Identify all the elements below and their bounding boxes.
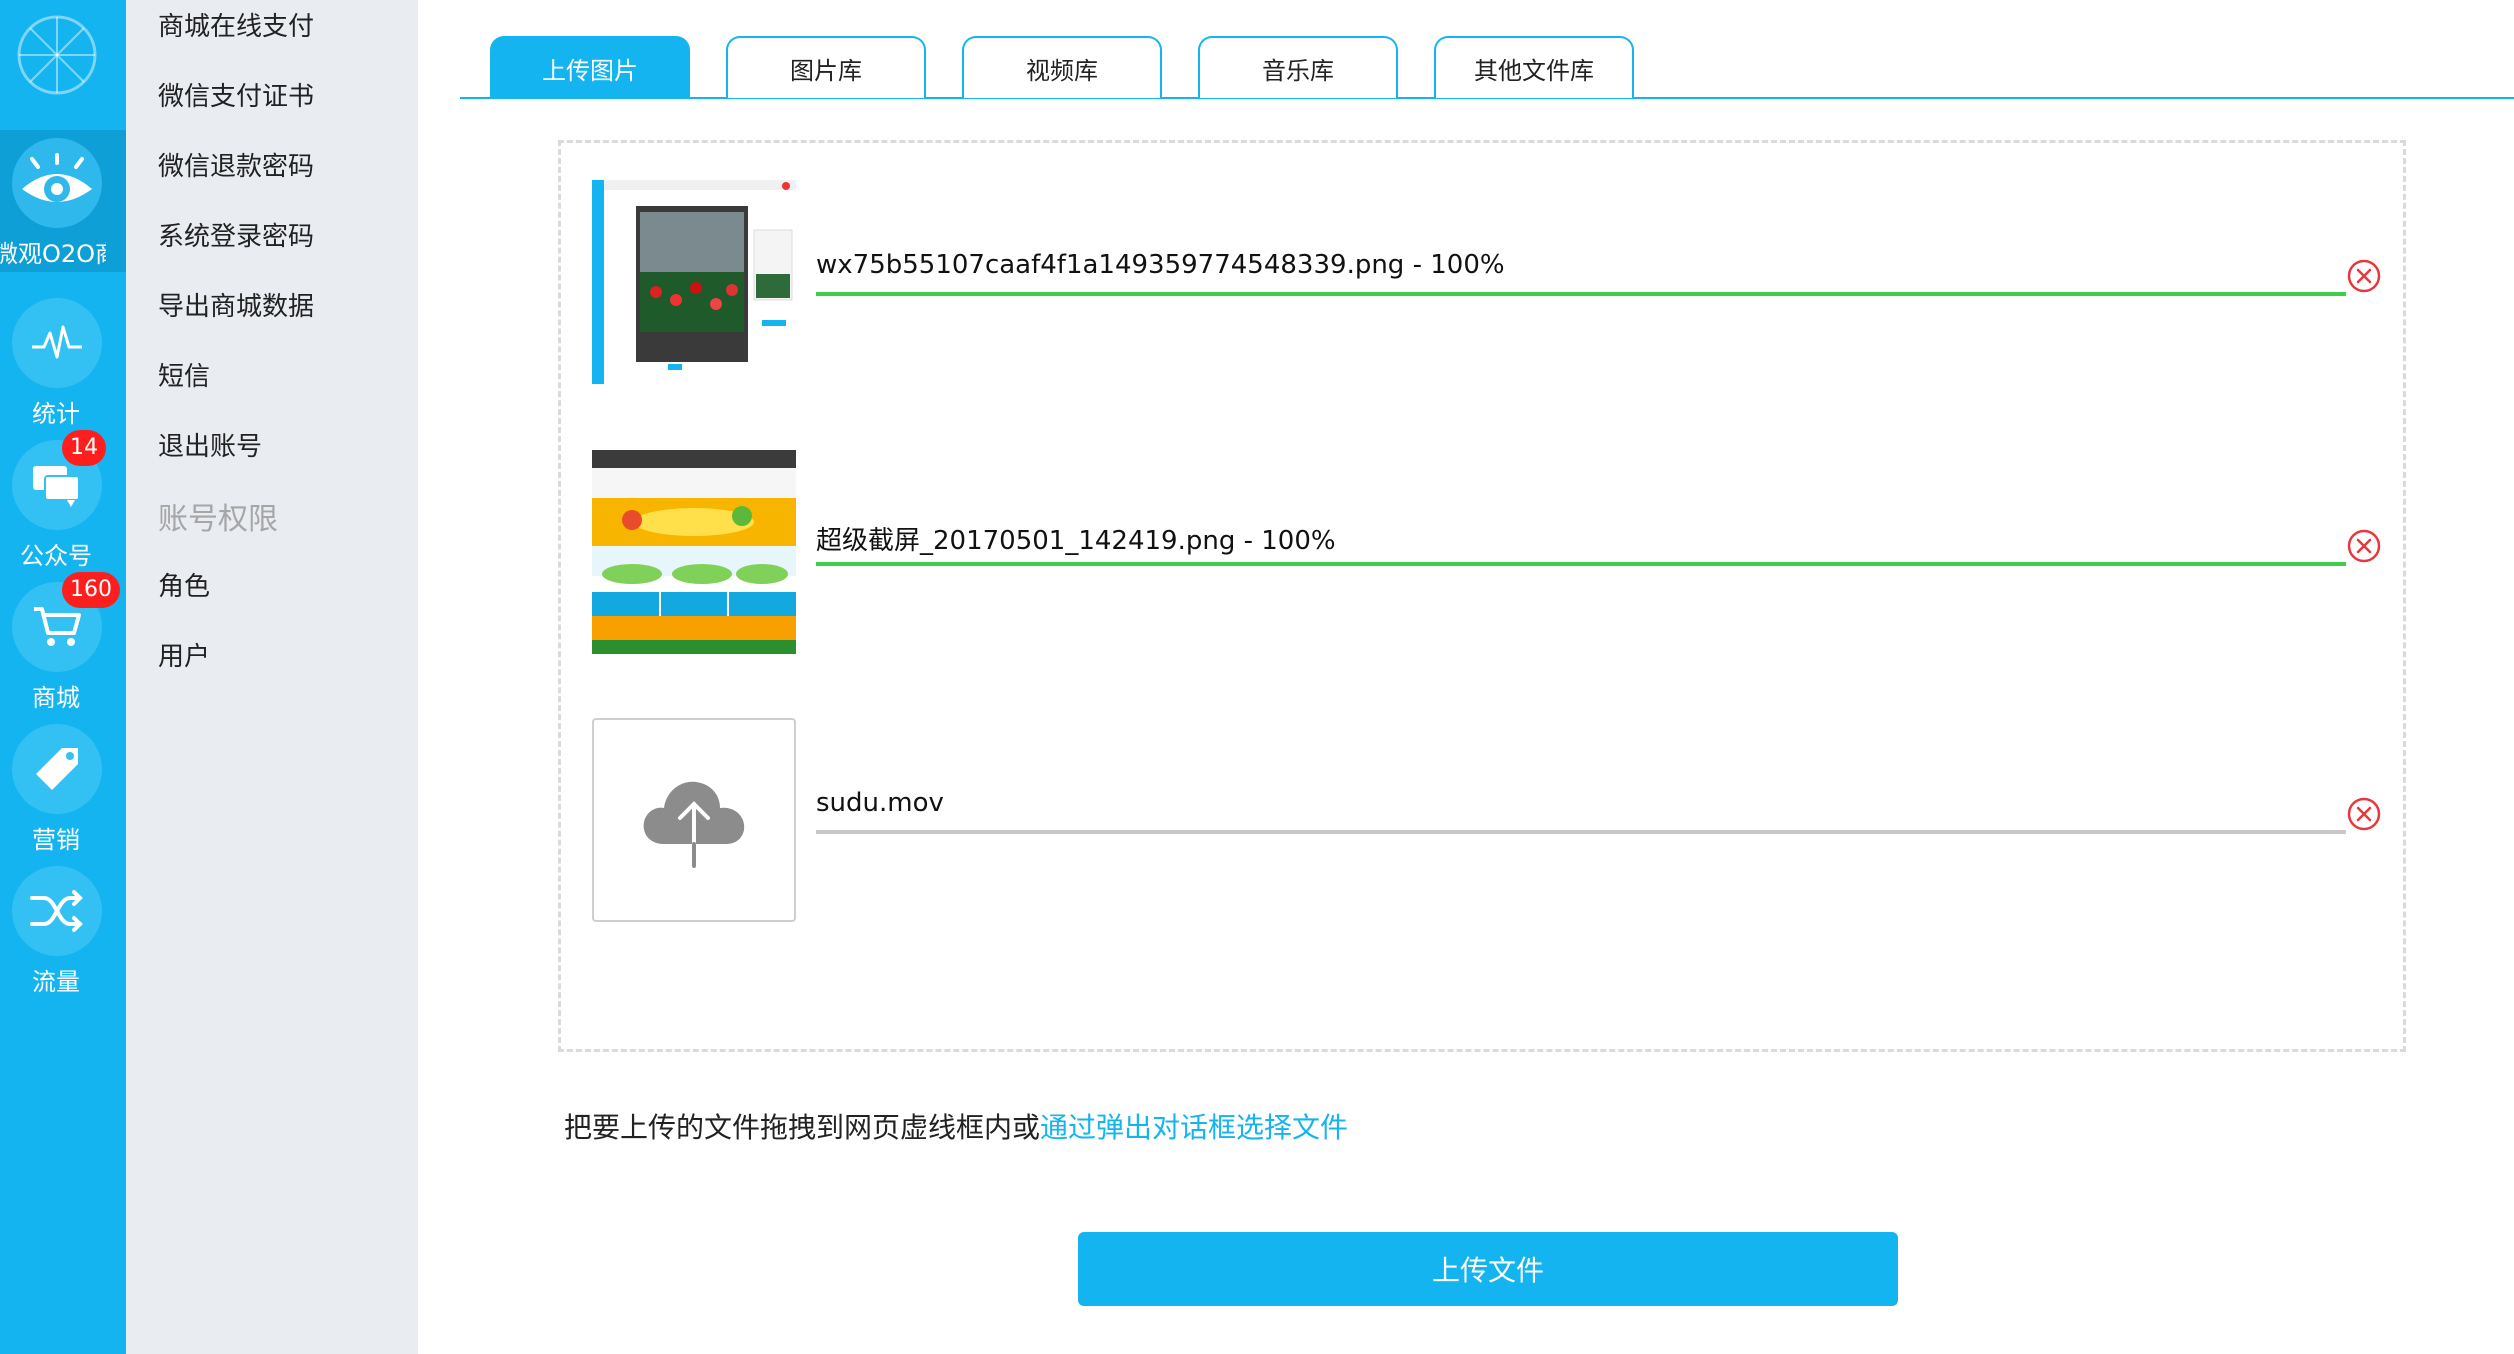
rail-item-wechat[interactable]: 14 公众号 <box>0 430 126 574</box>
wechat-badge: 14 <box>62 430 106 466</box>
menu-item-export-data[interactable]: 导出商城数据 <box>158 286 314 323</box>
rail-label: 流量 <box>32 968 80 996</box>
wheel-logo-icon <box>17 15 97 95</box>
file-placeholder <box>592 718 796 922</box>
file-progress-text: - 100% <box>1404 250 1505 280</box>
drop-hint-text: 把要上传的文件拖拽到网页虚线框内或 <box>564 1111 1041 1144</box>
remove-file-button[interactable] <box>2346 796 2382 832</box>
file-row: 超级截屏_20170501_142419.png - 100% <box>592 450 2382 654</box>
tab-music-library[interactable]: 音乐库 <box>1198 36 1398 98</box>
menu-item-users[interactable]: 用户 <box>158 636 210 673</box>
remove-file-button[interactable] <box>2346 258 2382 294</box>
tab-upload-image[interactable]: 上传图片 <box>490 36 690 98</box>
rail-item-marketing[interactable]: 营销 <box>0 716 126 858</box>
remove-file-button[interactable] <box>2346 528 2382 564</box>
rail-label: 统计 <box>32 400 80 428</box>
eye-icon <box>22 153 92 202</box>
progress-fill <box>816 292 2346 296</box>
progress-bar <box>816 562 2346 566</box>
file-progress-text: - 100% <box>1235 526 1336 556</box>
cloud-upload-icon <box>643 781 745 868</box>
menu-item-sms[interactable]: 短信 <box>158 356 210 393</box>
rail-item-traffic[interactable]: 流量 <box>0 858 126 1000</box>
cart-icon <box>34 607 81 646</box>
select-file-link[interactable]: 通过弹出对话框选择文件 <box>1040 1111 1348 1144</box>
rail-label: 公众号 <box>20 542 92 570</box>
menu-item-online-payment[interactable]: 商城在线支付 <box>158 6 314 43</box>
menu-item-roles[interactable]: 角色 <box>158 566 210 603</box>
tab-video-library[interactable]: 视频库 <box>962 36 1162 98</box>
menu-item-logout[interactable]: 退出账号 <box>158 426 262 463</box>
file-thumbnail <box>592 180 796 384</box>
progress-bar <box>816 830 2346 834</box>
menu-item-refund-password[interactable]: 微信退款密码 <box>158 146 314 183</box>
app-rail: 微观O2O商... 统计 14 公众号 160 商城 <box>0 0 126 1354</box>
rail-label: 商城 <box>32 684 80 712</box>
rail-label: 微观O2O商... <box>0 240 106 268</box>
menu-group-title: 账号权限 <box>158 502 278 537</box>
tab-other-files[interactable]: 其他文件库 <box>1434 36 1634 98</box>
mall-badge: 160 <box>62 572 120 608</box>
menu-item-wechat-cert[interactable]: 微信支付证书 <box>158 76 314 113</box>
file-thumbnail <box>592 450 796 654</box>
rail-label: 营销 <box>32 826 80 854</box>
rail-item-stats[interactable]: 统计 <box>0 290 126 432</box>
file-row: sudu.mov <box>592 718 2382 922</box>
settings-menu: 商城在线支付 微信支付证书 微信退款密码 系统登录密码 导出商城数据 短信 退出… <box>126 0 418 1354</box>
shuffle-icon <box>30 890 83 932</box>
menu-item-login-password[interactable]: 系统登录密码 <box>158 216 314 253</box>
file-name: wx75b55107caaf4f1a149359774548339.png <box>816 250 1405 280</box>
file-row: wx75b55107caaf4f1a149359774548339.png - … <box>592 180 2382 384</box>
progress-fill <box>816 562 2346 566</box>
tab-image-library[interactable]: 图片库 <box>726 36 926 98</box>
rail-item-o2o[interactable]: 微观O2O商... <box>0 130 126 272</box>
pulse-icon <box>32 325 82 359</box>
progress-bar <box>816 292 2346 296</box>
tag-icon <box>36 748 78 790</box>
file-name: 超级截屏_20170501_142419.png <box>816 526 1236 556</box>
upload-files-button[interactable]: 上传文件 <box>1078 1232 1898 1306</box>
rail-item-mall[interactable]: 160 商城 <box>0 572 126 716</box>
file-name: sudu.mov <box>816 788 944 818</box>
chat-icon <box>33 466 80 507</box>
drop-hint: 把要上传的文件拖拽到网页虚线框内或通过弹出对话框选择文件 <box>564 1106 1348 1146</box>
